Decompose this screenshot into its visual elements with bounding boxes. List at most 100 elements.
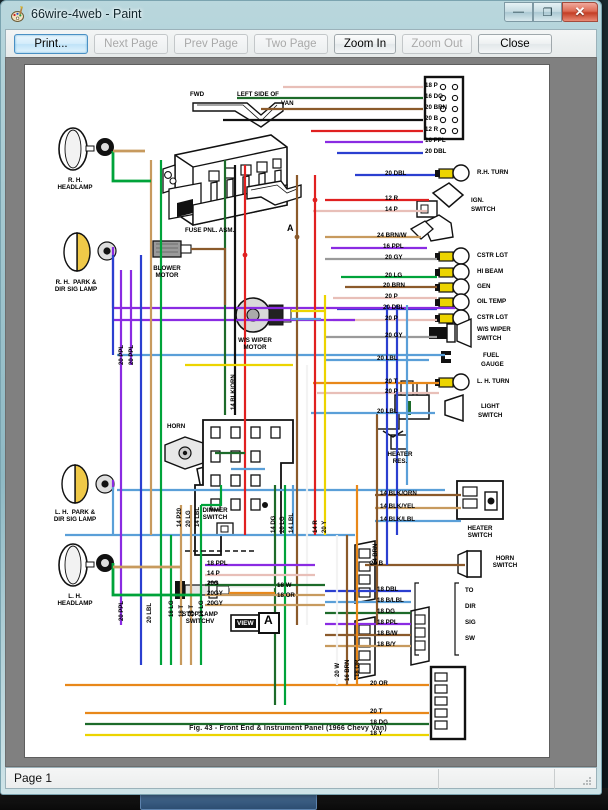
wire-callout: 14 BLK/YEL <box>380 503 416 510</box>
wire-callout-vertical: 20 LG <box>280 516 286 533</box>
wire-callout: 18 P <box>425 82 438 89</box>
wire-callout: 16 PPL <box>383 243 404 250</box>
horn-label: HORN <box>167 423 186 430</box>
wire-callout: 18 DG <box>377 608 395 615</box>
figure-caption: Fig. 43 - Front End & Instrument Panel (… <box>189 725 387 732</box>
zoom-in-button-label: Zoom In <box>343 38 387 50</box>
next-page-button[interactable]: Next Page <box>94 34 168 54</box>
wire-callout-vertical: 20 W <box>335 662 341 677</box>
wire-callout-vertical: 14 LBL <box>195 506 201 527</box>
fuse-panel-assembly-graphic <box>162 102 302 226</box>
wire-callout: 14 BLK/LBL <box>380 516 416 523</box>
title-bar[interactable]: 66wire-4web - Paint — ❐ ✕ <box>1 1 601 27</box>
rh-headlamp-graphic <box>58 127 114 171</box>
ign-switch-label: SWITCH <box>471 206 496 213</box>
two-page-button-label: Two Page <box>265 38 317 50</box>
wire-callout: 18 W <box>277 582 292 589</box>
rh-headlamp-label: R. H. HEADLAMP <box>57 177 93 192</box>
wire-callout: 18 B/LBL <box>377 597 404 604</box>
hi-beam-label: HI BEAM <box>477 268 504 275</box>
close-preview-button[interactable]: Close <box>478 34 552 54</box>
preview-page: .w{fill:none;stroke-width:2.2;} .w3{fill… <box>24 64 550 758</box>
fuse-panel-a-letter: A <box>287 223 294 233</box>
horn-switch-label: HORN SWITCH <box>492 555 518 570</box>
oil-temp-label: OIL TEMP <box>477 298 507 305</box>
view-a-letter: A <box>264 613 273 627</box>
blower-motor-graphic <box>152 240 192 258</box>
blower-motor-label: BLOWER MOTOR <box>153 265 181 280</box>
wire-callout: 18 B/Y <box>377 641 396 648</box>
wire-callout: 20 LBL <box>377 355 398 362</box>
wire-callout: 14 BLK/ORN <box>380 490 417 497</box>
fwd-label: FWD <box>190 91 205 98</box>
wire-callout: 20 OR <box>370 680 388 687</box>
minimize-icon: — <box>513 6 524 18</box>
print-preview-toolbar: Print... Next Page Prev Page Two Page Zo… <box>5 29 597 57</box>
light-switch-label: SWITCH <box>478 412 503 419</box>
ws-wiper-switch-label: W/S WIPER <box>477 326 511 333</box>
prev-page-button[interactable]: Prev Page <box>174 34 248 54</box>
van-label: VAN <box>281 100 294 107</box>
wire-callout: 16 DG <box>425 93 443 100</box>
wire-callout: 20 DBL <box>383 304 405 311</box>
wire-callout: 20 GY <box>385 332 403 339</box>
wire-callout-vertical: 18 OR <box>355 659 361 677</box>
wiring-diagram: .w{fill:none;stroke-width:2.2;} .w3{fill… <box>25 65 549 757</box>
connector-strip-right-a <box>410 606 430 666</box>
lh-turn-label: L. H. TURN <box>477 378 510 385</box>
view-label: VIEW <box>235 619 256 629</box>
status-divider-1 <box>438 769 439 789</box>
status-divider-2 <box>554 769 555 789</box>
to-label: TO <box>465 587 474 594</box>
rh-park-dir-sig-lamp-graphic <box>63 232 117 272</box>
wire-callout: 20 LBL <box>377 408 398 415</box>
status-bar: Page 1 <box>5 767 597 789</box>
wire-callout: 18 OR <box>277 592 295 599</box>
ws-wiper-switch-label2: SWITCH <box>477 335 502 342</box>
ign-label: IGN. <box>471 197 484 204</box>
wire-callout-vertical: 14 BRN <box>373 543 379 565</box>
resize-grip[interactable] <box>581 774 593 786</box>
wire-callout-vertical: 18 T <box>189 604 195 617</box>
wire-callout-vertical: 20 LBL <box>147 602 153 623</box>
wire-callout: 20 P <box>385 293 398 300</box>
wire-callout-vertical: 20 Y <box>322 520 328 533</box>
wire-callout: 16 PPL <box>425 137 446 144</box>
paint-palette-icon <box>9 5 27 23</box>
fuse-panel-asm-label: FUSE PNL. ASM. <box>185 227 235 234</box>
wire-callout: 20 T <box>385 378 398 385</box>
lh-park-dir-sig-lamp-label: L. H. PARK & DIR SIG LAMP <box>53 509 97 524</box>
heater-switch-label: HEATER SWITCH <box>467 525 493 540</box>
wire-callout: 18 DBL <box>377 586 399 593</box>
wiring-diagram-svg: .w{fill:none;stroke-width:2.2;} .w3{fill… <box>58 75 504 741</box>
wire-callout-vertical: 14 BLK/ORN <box>231 374 237 410</box>
wire-callout: 18 B/W <box>377 630 398 637</box>
wire-callout-vertical: 18 LG <box>169 600 175 617</box>
next-page-button-label: Next Page <box>104 38 158 50</box>
wire-callout: 12 R <box>425 126 439 133</box>
wire-callout-vertical: 20 LG <box>186 510 192 527</box>
sig-label: SIG <box>465 619 476 626</box>
zoom-out-button[interactable]: Zoom Out <box>402 34 472 54</box>
print-preview-area[interactable]: .w{fill:none;stroke-width:2.2;} .w3{fill… <box>5 57 597 767</box>
dir-sig-bracket-right <box>454 582 459 656</box>
wire-callout-vertical: 16 LG <box>199 600 205 617</box>
wire-callout: 24 BRN/W <box>377 232 407 239</box>
heater-switch-graphic <box>456 480 504 520</box>
minimize-button[interactable]: — <box>504 2 533 22</box>
zoom-out-button-label: Zoom Out <box>411 38 463 50</box>
lh-headlamp-graphic <box>58 543 114 587</box>
wire-callout: 12 R <box>385 195 399 202</box>
maximize-button[interactable]: ❐ <box>533 2 562 22</box>
wire-callout-vertical: 16 BRN <box>345 659 351 681</box>
two-page-button[interactable]: Two Page <box>254 34 328 54</box>
close-window-button[interactable]: ✕ <box>562 2 598 22</box>
wire-callout: 18 PPL <box>377 619 398 626</box>
wire-callout-vertical: 20 PPL <box>119 600 125 621</box>
lh-park-dir-sig-lamp-graphic <box>61 464 115 504</box>
dir-label: DIR <box>465 603 476 610</box>
wire-callout: 20G <box>207 580 219 587</box>
print-button[interactable]: Print... <box>14 34 88 54</box>
rh-park-dir-sig-lamp-label: R. H. PARK & DIR SIG LAMP <box>54 279 98 294</box>
zoom-in-button[interactable]: Zoom In <box>334 34 396 54</box>
